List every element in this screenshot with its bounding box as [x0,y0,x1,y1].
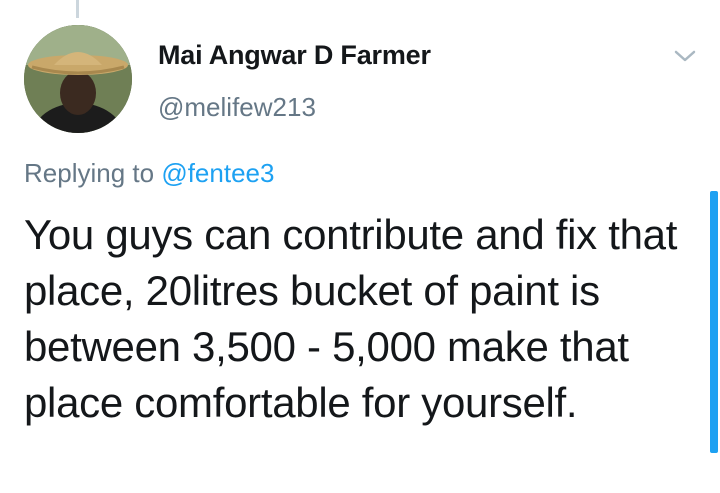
avatar[interactable] [24,25,132,133]
avatar-photo [24,25,132,133]
tweet-menu-button[interactable] [670,44,700,68]
chevron-down-icon [674,50,696,62]
author-handle[interactable]: @melifew213 [158,92,316,123]
replying-to-label: Replying to [24,158,155,188]
reply-mention-link[interactable]: @fentee3 [161,158,274,188]
replying-to-line: Replying to @fentee3 [24,158,274,189]
scrollbar[interactable] [710,191,718,453]
author-display-name[interactable]: Mai Angwar D Farmer [158,40,431,71]
tweet-text: You guys can contribute and fix that pla… [24,211,678,426]
thread-connector-line [76,0,79,18]
